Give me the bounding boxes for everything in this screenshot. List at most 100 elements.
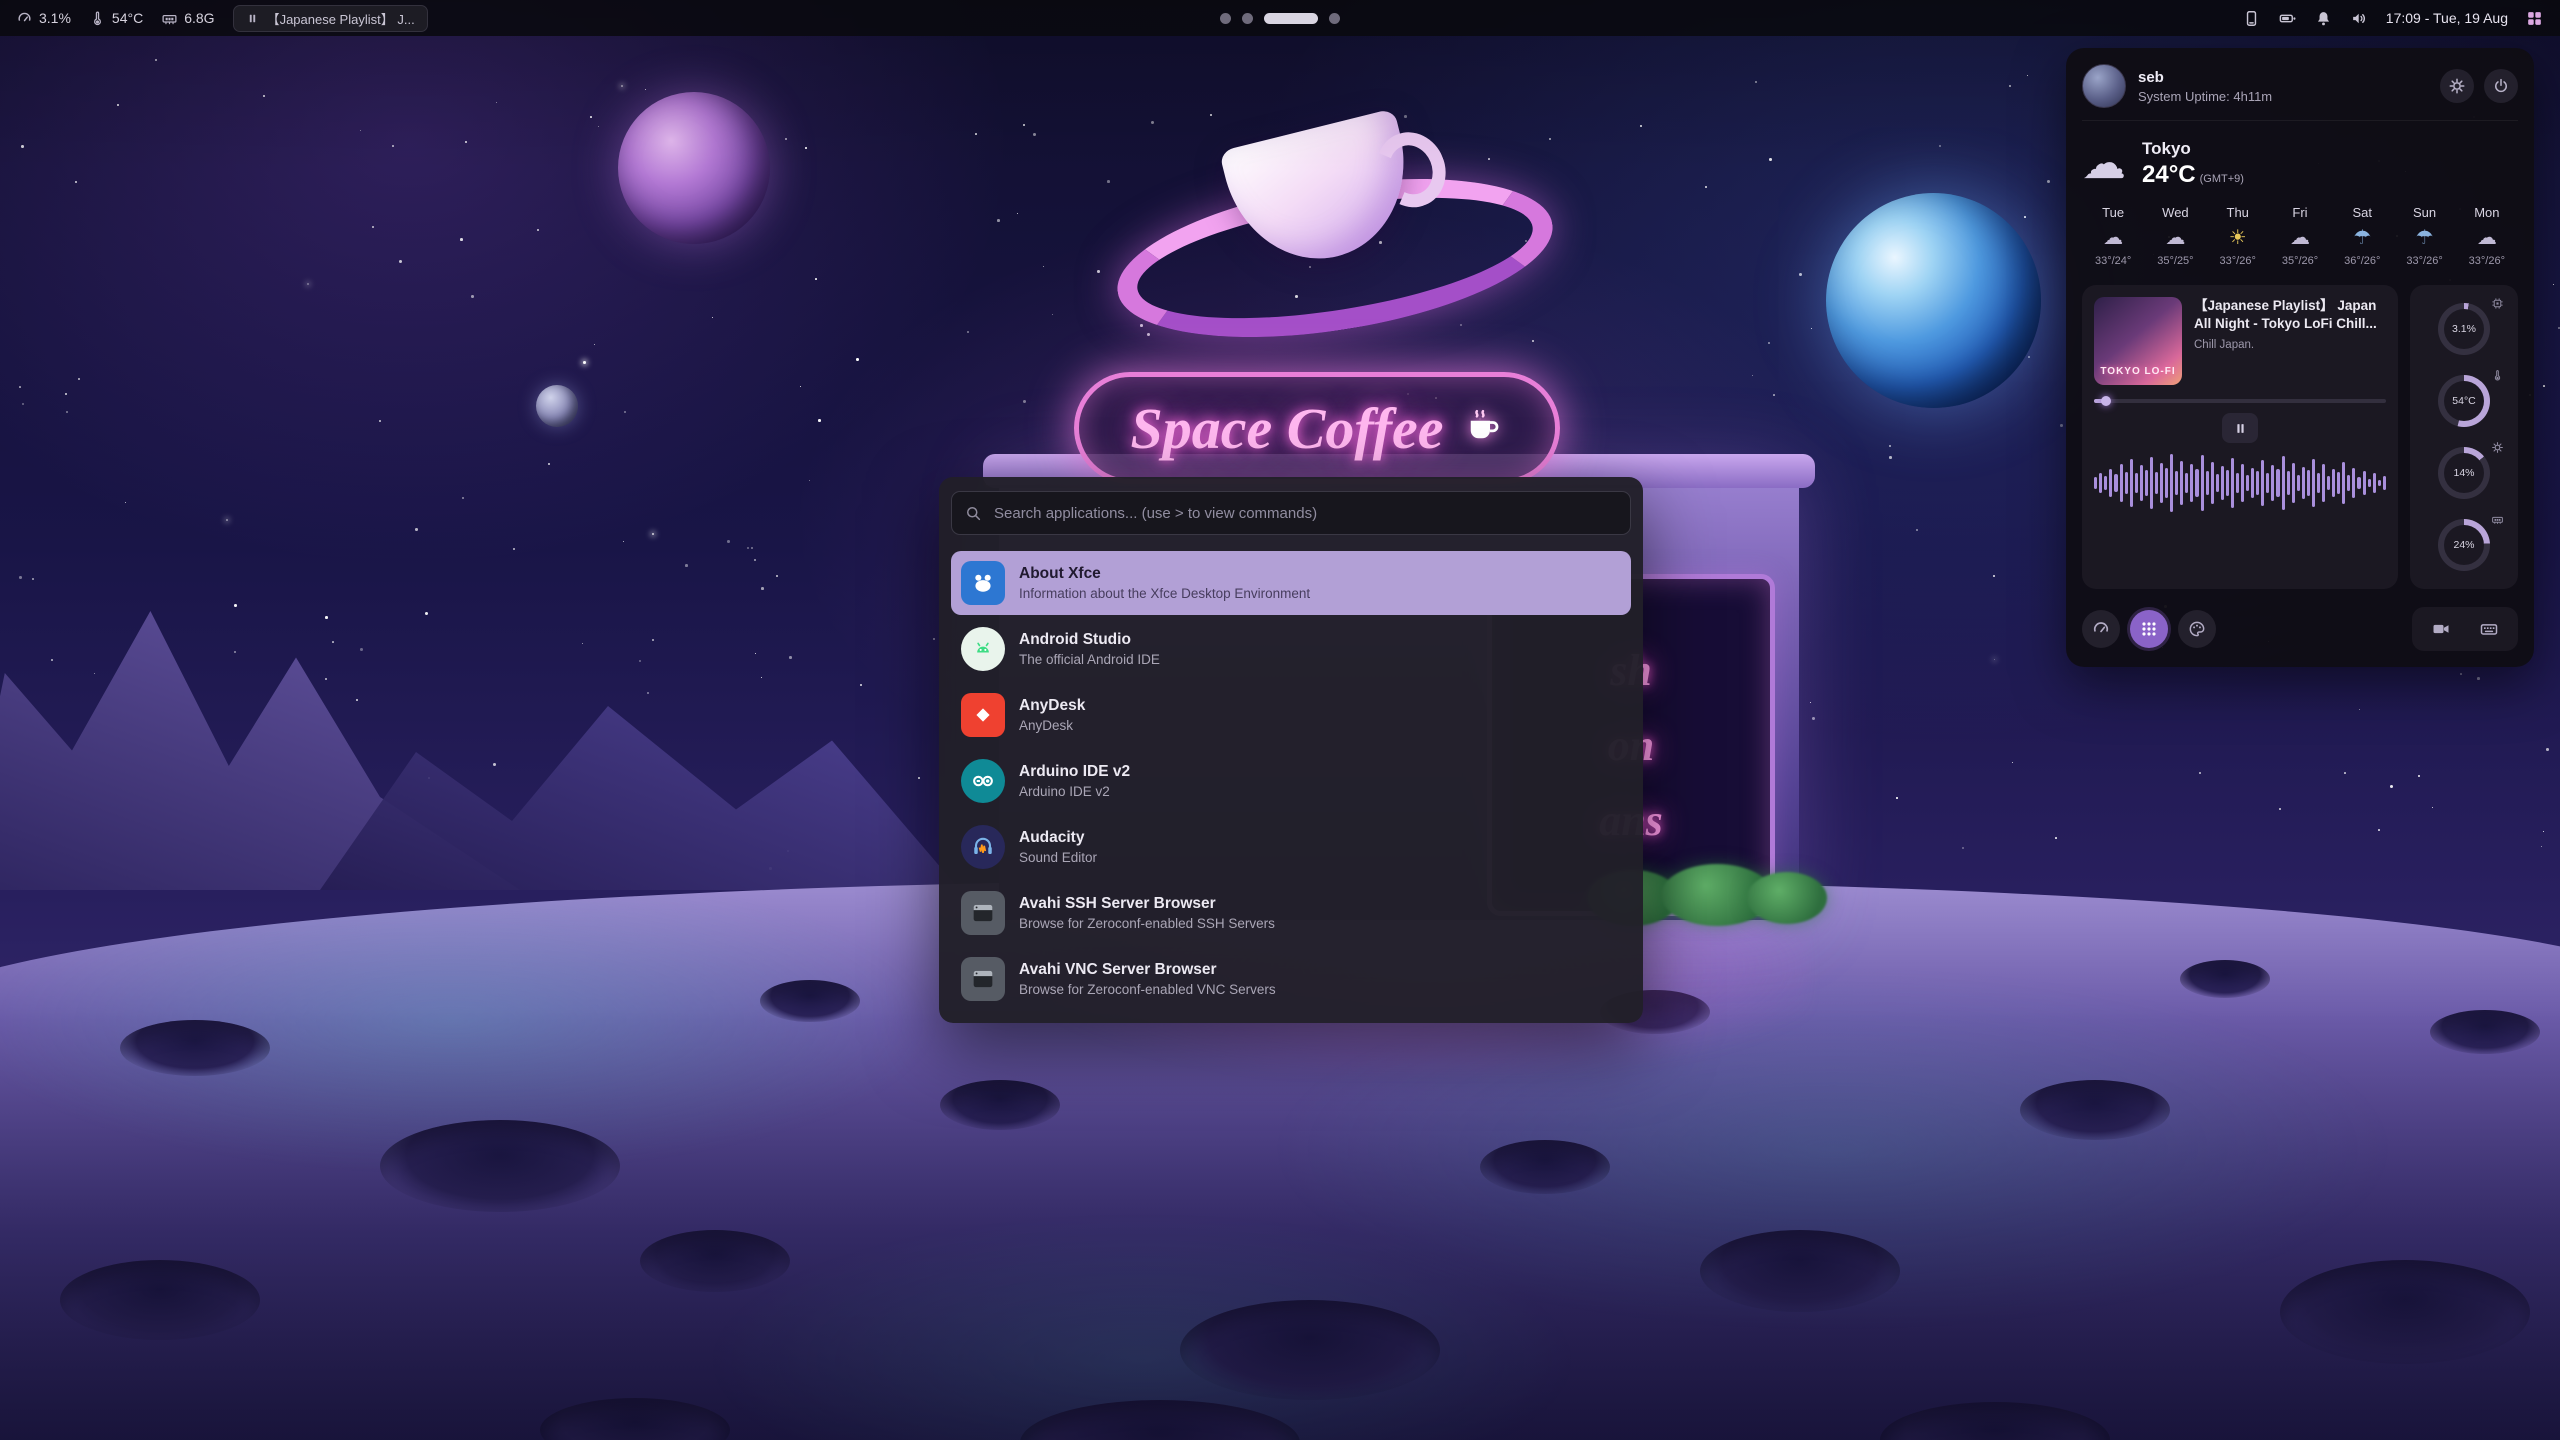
workspace-dot-3[interactable]: [1264, 13, 1318, 24]
rain-icon: ☂: [2331, 228, 2393, 248]
launcher-result-anydesk[interactable]: AnyDesk AnyDesk: [951, 683, 1631, 747]
power-icon: [2492, 77, 2510, 95]
battery-icon[interactable]: [2278, 9, 2297, 28]
system-tray: [2242, 9, 2369, 28]
thermometer-icon: [89, 10, 106, 27]
xfce-icon: [961, 561, 1005, 605]
launcher-result-avahi-ssh-server-browser[interactable]: Avahi SSH Server Browser Browse for Zero…: [951, 881, 1631, 945]
space-coffee-sign: Space Coffee: [1074, 372, 1560, 484]
workspace-dot-2[interactable]: [1242, 13, 1253, 24]
system-gauges-widget: 3.1% 54°C 14% 24%: [2410, 285, 2518, 589]
weather-forecast: Tue ☁ 33°/24° Wed ☁ 35°/25° Thu ☀ 33°/26…: [2082, 205, 2518, 267]
progress-knob[interactable]: [2101, 396, 2111, 406]
palette-icon: [2187, 619, 2207, 639]
speedometer-icon: [16, 10, 33, 27]
small-moon: [536, 385, 578, 427]
video-camera-icon: [2431, 619, 2451, 639]
dashboard-button[interactable]: [2082, 610, 2120, 648]
forecast-wed: Wed ☁ 35°/25°: [2144, 205, 2206, 267]
gear-icon: [2448, 77, 2466, 95]
gauge-54C: 54°C: [2418, 369, 2510, 433]
terminal-icon: [961, 891, 1005, 935]
forecast-sat: Sat ☂ 36°/26°: [2331, 205, 2393, 267]
cpu-icon: [2491, 297, 2504, 310]
track-subtitle: Chill Japan.: [2194, 339, 2386, 351]
weather-city: Tokyo: [2142, 139, 2244, 159]
pause-button[interactable]: [2222, 413, 2258, 443]
rain-icon: ☂: [2393, 228, 2455, 248]
launcher-result-android-studio[interactable]: Android Studio The official Android IDE: [951, 617, 1631, 681]
keyboard-icon: [2479, 619, 2499, 639]
capture-group: [2412, 607, 2518, 651]
top-bar: 3.1% 54°C 6.8G 【Japanese Playlist】 J... …: [0, 0, 2560, 36]
workspace-switcher: [1220, 0, 1340, 36]
notifications-bell-icon[interactable]: [2314, 9, 2333, 28]
earth-planet: [1826, 193, 2041, 408]
track-progress-slider[interactable]: [2094, 399, 2386, 403]
app-name: Avahi SSH Server Browser: [1019, 895, 1275, 913]
album-art-label: TOKYO LO-FI: [2100, 366, 2175, 377]
settings-button[interactable]: [2440, 69, 2474, 103]
clock[interactable]: 17:09 - Tue, 19 Aug: [2386, 10, 2508, 26]
gauge-31: 3.1%: [2418, 297, 2510, 361]
speedometer-stat: 3.1%: [16, 10, 71, 27]
launcher-result-audacity[interactable]: Audacity Sound Editor: [951, 815, 1631, 879]
app-description: Browse for Zeroconf-enabled VNC Servers: [1019, 982, 1276, 997]
launcher-result-about-xfce[interactable]: About Xfce Information about the Xfce De…: [951, 551, 1631, 615]
weather-widget: ☁ Tokyo 24°C(GMT+9) Tue ☁ 33°/24° Wed ☁ …: [2082, 139, 2518, 267]
avatar: [2082, 64, 2126, 108]
volume-icon[interactable]: [2350, 9, 2369, 28]
cloudy-icon: ☁: [2269, 228, 2331, 248]
forecast-mon: Mon ☁ 33°/26°: [2456, 205, 2518, 267]
keyboard-button[interactable]: [2472, 612, 2506, 646]
launcher-result-arduino-ide-v2[interactable]: Arduino IDE v2 Arduino IDE v2: [951, 749, 1631, 813]
app-launcher: About Xfce Information about the Xfce De…: [939, 477, 1643, 1023]
saturn-coffee-cup: [1160, 128, 1490, 303]
coffee-cup-icon: [1462, 405, 1504, 452]
search-icon: [964, 504, 982, 522]
app-description: The official Android IDE: [1019, 652, 1160, 667]
memory-icon: [161, 10, 178, 27]
app-description: Sound Editor: [1019, 850, 1097, 865]
forecast-sun: Sun ☂ 33°/26°: [2393, 205, 2455, 267]
now-playing-pill[interactable]: 【Japanese Playlist】 J...: [233, 5, 428, 32]
power-button[interactable]: [2484, 69, 2518, 103]
system-uptime: System Uptime: 4h11m: [2138, 89, 2272, 104]
forecast-tue: Tue ☁ 33°/24°: [2082, 205, 2144, 267]
user-card: seb System Uptime: 4h11m: [2082, 64, 2518, 121]
sunny-icon: ☀: [2207, 228, 2269, 248]
purple-planet: [618, 92, 770, 244]
workspace-dot-4[interactable]: [1329, 13, 1340, 24]
track-title: 【Japanese Playlist】 Japan All Night - To…: [2194, 297, 2386, 333]
search-results: About Xfce Information about the Xfce De…: [951, 551, 1631, 1011]
widget-panel: seb System Uptime: 4h11m ☁ Tokyo 24°C(GM…: [2066, 48, 2534, 667]
user-name: seb: [2138, 69, 2272, 86]
app-name: Android Studio: [1019, 631, 1160, 649]
apps-button[interactable]: [2130, 610, 2168, 648]
audio-waveform: [2094, 451, 2386, 515]
weather-timezone: (GMT+9): [2200, 173, 2244, 185]
thermometer-icon: [2491, 369, 2504, 382]
system-stats: 3.1% 54°C 6.8G: [16, 10, 215, 27]
app-grid-icon[interactable]: [2525, 9, 2544, 28]
search-box[interactable]: [951, 491, 1631, 535]
search-input[interactable]: [992, 504, 1618, 523]
app-name: Audacity: [1019, 829, 1097, 847]
app-name: About Xfce: [1019, 565, 1310, 583]
screen-record-button[interactable]: [2424, 612, 2458, 646]
forecast-thu: Thu ☀ 33°/26°: [2207, 205, 2269, 267]
forecast-fri: Fri ☁ 35°/26°: [2269, 205, 2331, 267]
pause-icon: [246, 12, 259, 25]
app-name: Arduino IDE v2: [1019, 763, 1130, 781]
thermometer-stat: 54°C: [89, 10, 143, 27]
app-name: Avahi VNC Server Browser: [1019, 961, 1276, 979]
phone-link-icon[interactable]: [2242, 9, 2261, 28]
pause-icon: [2233, 421, 2248, 436]
android-icon: [961, 627, 1005, 671]
launcher-result-avahi-vnc-server-browser[interactable]: Avahi VNC Server Browser Browse for Zero…: [951, 947, 1631, 1011]
theme-button[interactable]: [2178, 610, 2216, 648]
workspace-dot-1[interactable]: [1220, 13, 1231, 24]
app-description: Arduino IDE v2: [1019, 784, 1130, 799]
cloudy-icon: ☁: [2456, 228, 2518, 248]
cloud-icon: ☁: [2082, 142, 2126, 186]
